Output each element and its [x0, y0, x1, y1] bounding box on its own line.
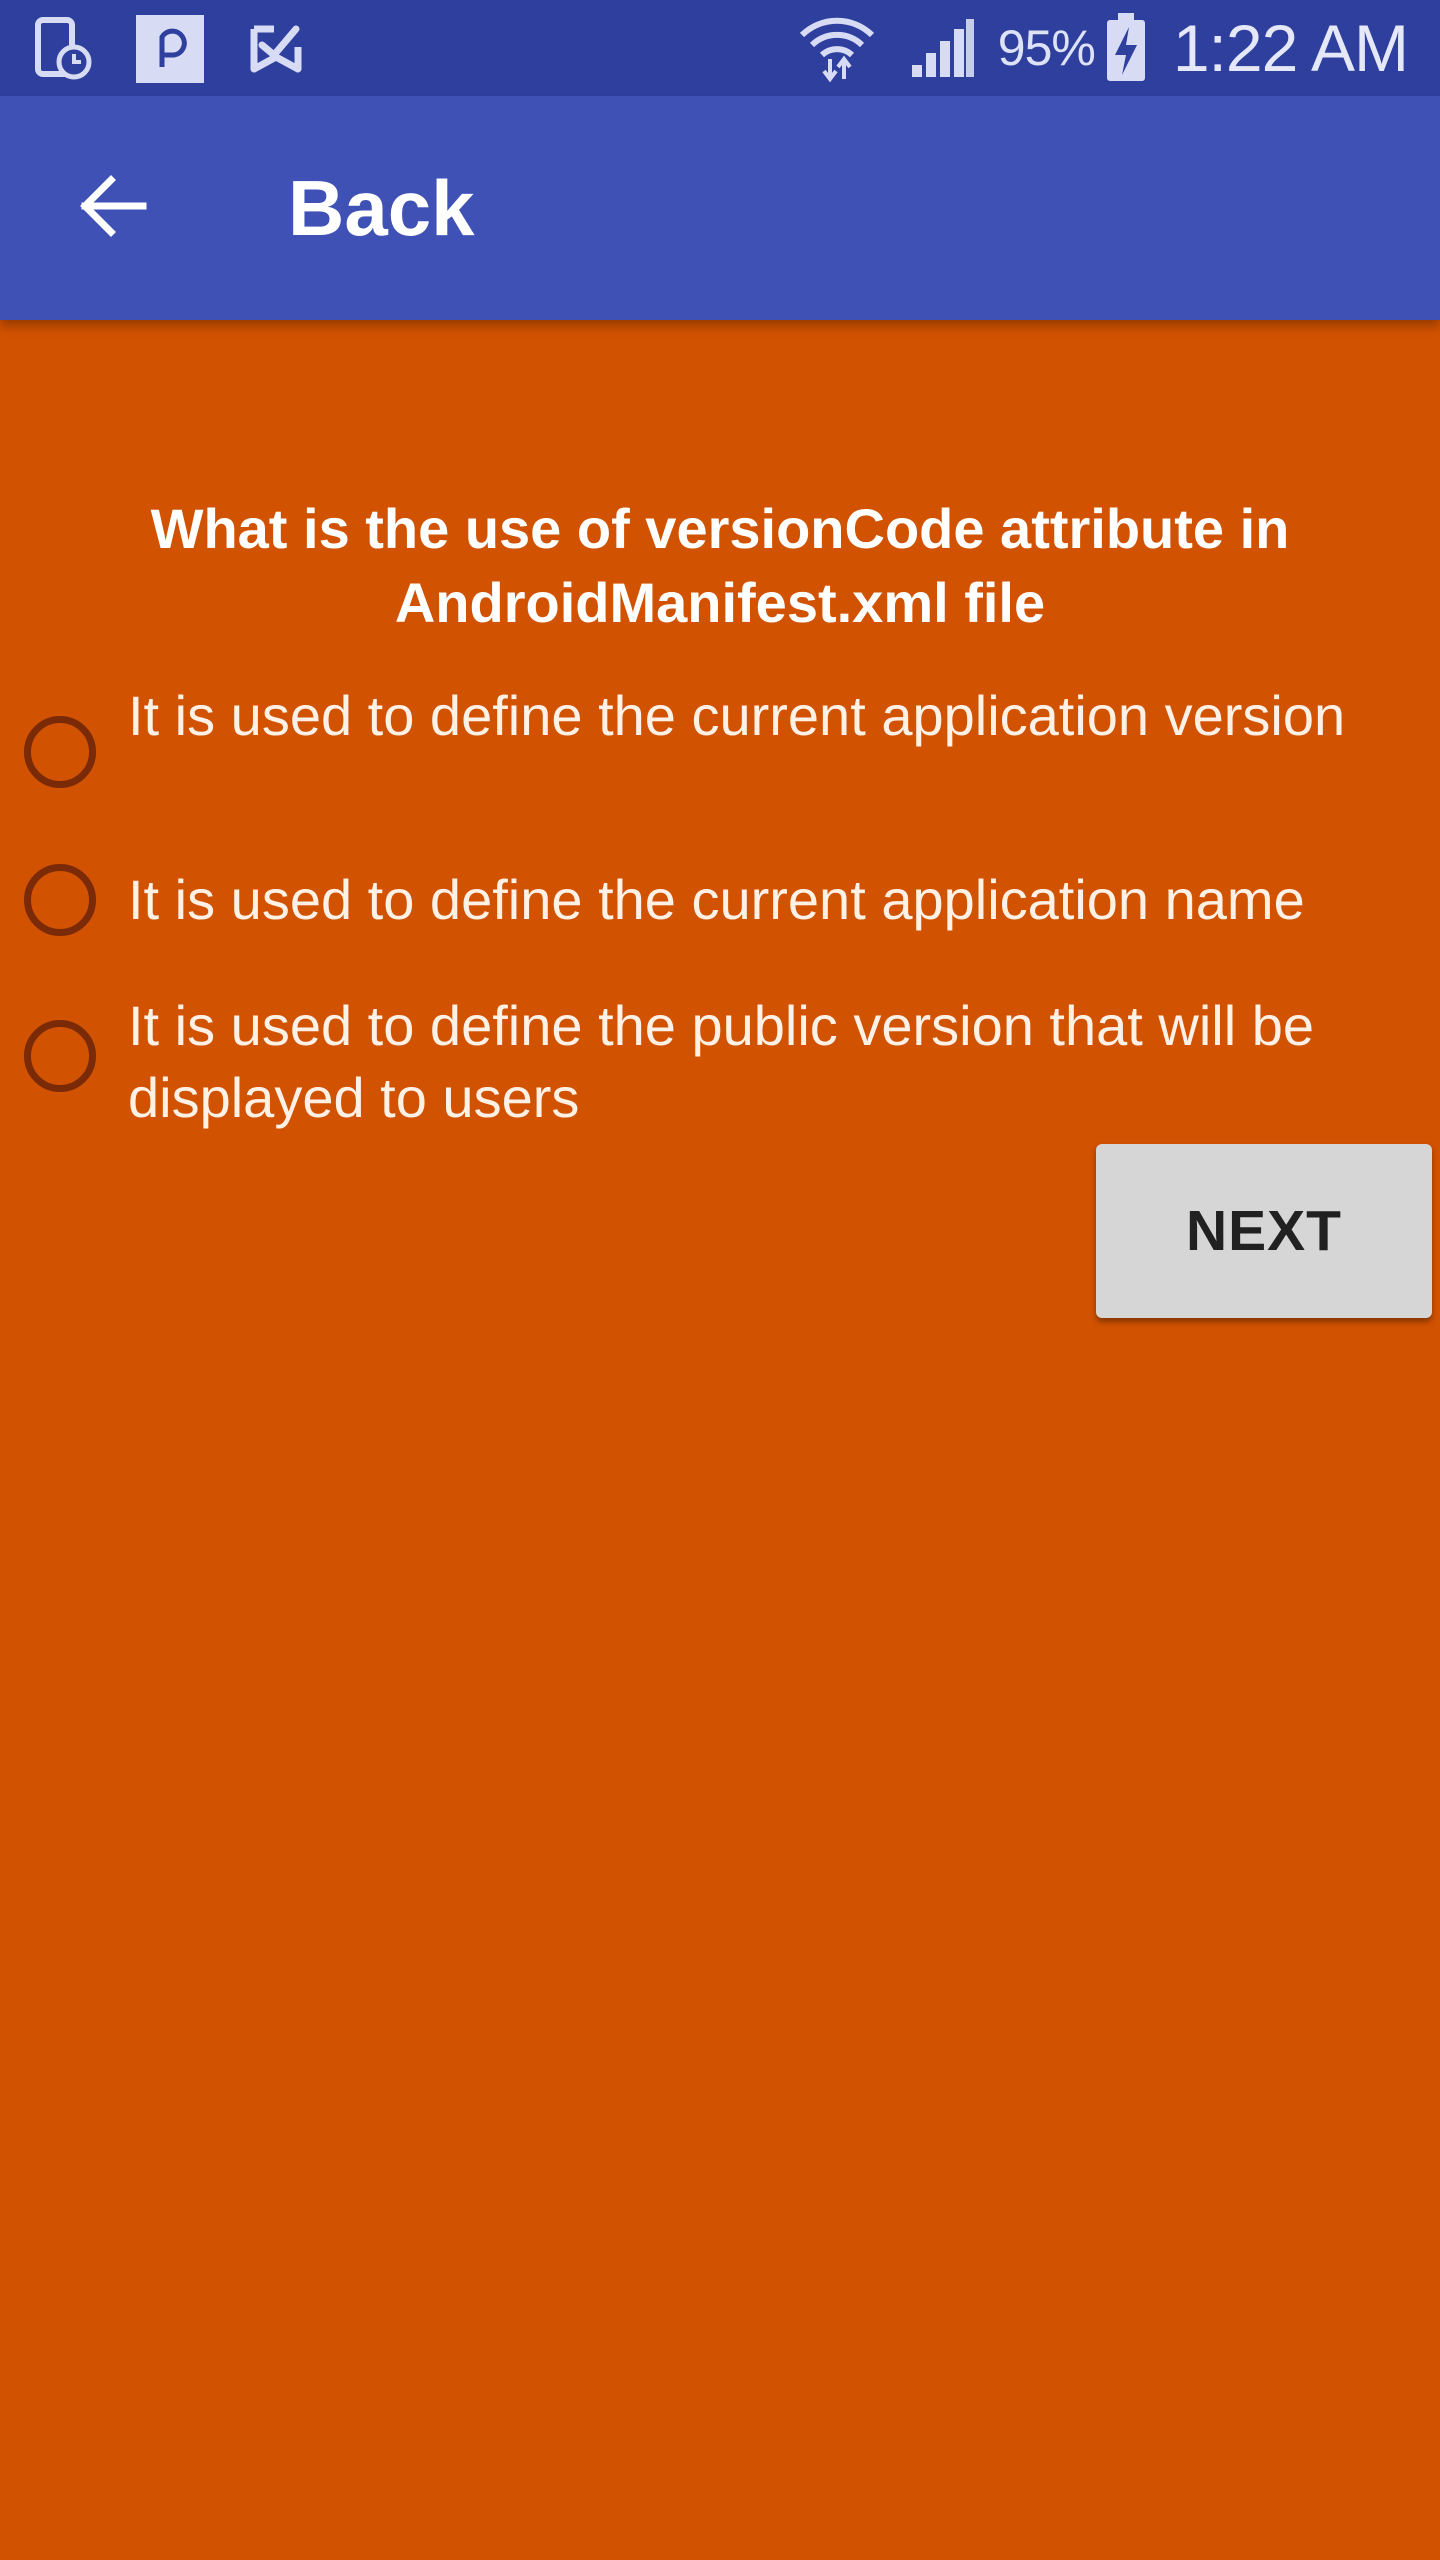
status-bar: 95% 1:22 AM — [0, 0, 1440, 96]
radio-button-3[interactable] — [24, 1020, 96, 1092]
next-button[interactable]: NEXT — [1096, 1144, 1432, 1318]
clock: 1:22 AM — [1172, 11, 1409, 85]
radio-button-1[interactable] — [24, 716, 96, 788]
notification-icons — [34, 14, 304, 84]
answer-option-3[interactable]: It is used to define the public version … — [0, 990, 1440, 1130]
p-app-icon — [136, 15, 204, 83]
answer-option-label-1: It is used to define the current applica… — [128, 684, 1346, 747]
app-bar: Back — [0, 96, 1440, 320]
battery-percent: 95% — [997, 20, 1096, 76]
back-button[interactable] — [66, 162, 158, 254]
battery-charging-icon — [1105, 13, 1147, 83]
app-bar-title: Back — [288, 164, 475, 252]
arrow-left-icon — [77, 174, 147, 243]
answer-option-2[interactable]: It is used to define the current applica… — [0, 864, 1440, 944]
question-text: What is the use of versionCode attribute… — [150, 497, 1290, 634]
answer-option-label-2: It is used to define the current applica… — [128, 868, 1305, 931]
signal-icon — [910, 17, 976, 79]
system-indicators: 95% 1:22 AM — [798, 0, 1409, 96]
wifi-icon — [798, 13, 876, 83]
radio-button-2[interactable] — [24, 864, 96, 936]
tablet-clock-icon — [34, 16, 92, 82]
quiz-screen: 95% 1:22 AM Back What is the use of vers… — [0, 0, 1440, 2560]
task-check-icon — [248, 21, 304, 77]
answer-option-label-3: It is used to define the public version … — [128, 994, 1315, 1129]
answer-option-1[interactable]: It is used to define the current applica… — [0, 680, 1440, 820]
